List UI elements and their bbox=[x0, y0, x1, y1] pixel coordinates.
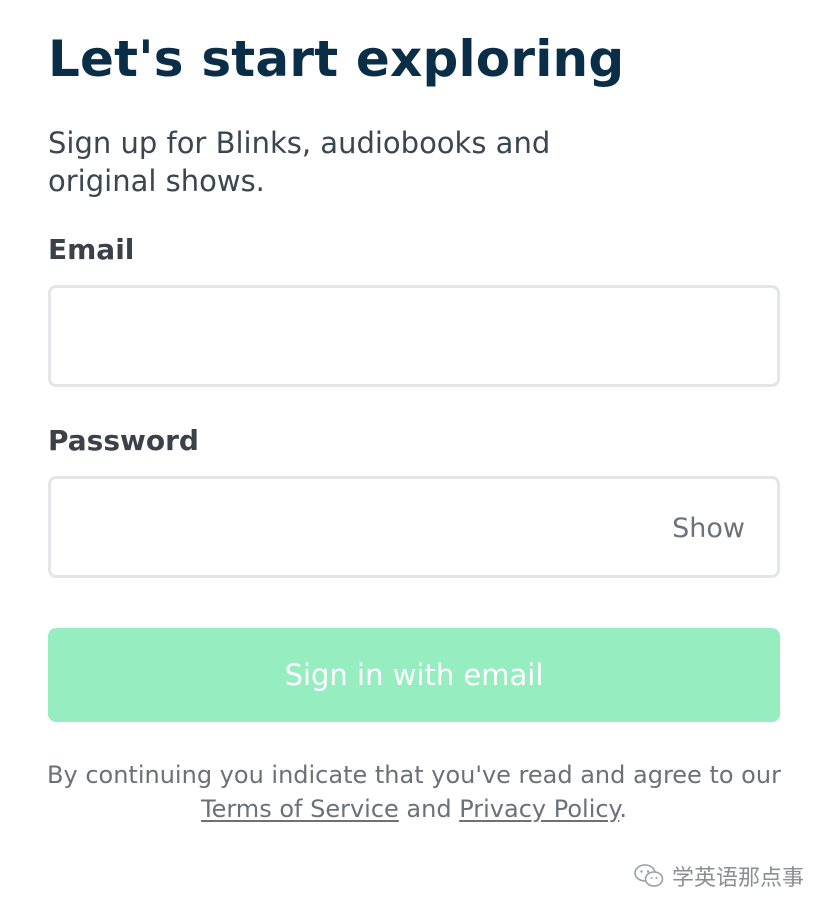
email-label: Email bbox=[48, 233, 135, 266]
legal-conjunction: and bbox=[398, 795, 460, 823]
password-label: Password bbox=[48, 424, 199, 457]
page-subtitle: Sign up for Blinks, audiobooks and origi… bbox=[48, 126, 551, 198]
legal-prefix: By continuing you indicate that you've r… bbox=[47, 761, 781, 789]
terms-of-service-link[interactable]: Terms of Service bbox=[201, 795, 399, 823]
privacy-policy-link[interactable]: Privacy Policy bbox=[459, 795, 619, 823]
password-field-box[interactable]: Show bbox=[48, 476, 780, 578]
email-field[interactable] bbox=[71, 288, 675, 386]
wechat-icon bbox=[634, 864, 664, 887]
legal-suffix: . bbox=[619, 795, 627, 823]
watermark-text: 学英语那点事 bbox=[671, 866, 804, 891]
email-field-box[interactable] bbox=[48, 285, 780, 387]
signup-screen: Let's start exploring Sign up for Blinks… bbox=[0, 0, 828, 910]
page-title: Let's start exploring bbox=[48, 30, 625, 88]
password-field[interactable] bbox=[71, 479, 675, 577]
legal-notice: By continuing you indicate that you've r… bbox=[40, 758, 788, 826]
watermark: 学英语那点事 bbox=[634, 860, 804, 892]
sign-in-with-email-button[interactable]: Sign in with email bbox=[48, 628, 780, 722]
show-password-toggle[interactable]: Show bbox=[672, 513, 745, 545]
